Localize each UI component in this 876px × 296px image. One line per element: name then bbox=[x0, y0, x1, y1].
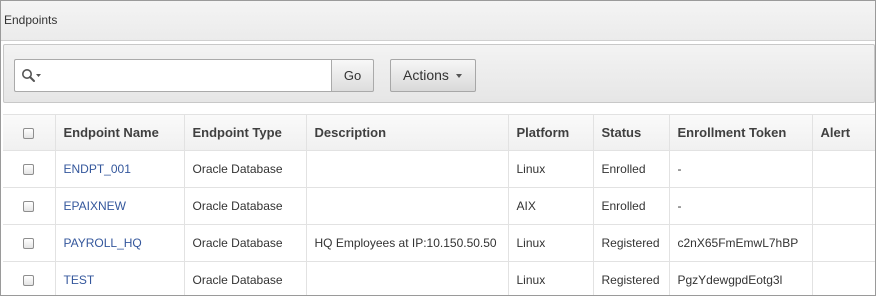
table-row: ENDPT_001 Oracle Database Linux Enrolled… bbox=[3, 150, 875, 188]
select-all-checkbox[interactable] bbox=[23, 128, 35, 140]
row-checkbox-cell[interactable] bbox=[3, 261, 56, 295]
enrollment-token-cell: - bbox=[669, 150, 813, 188]
table-row: TEST Oracle Database Linux Registered Pg… bbox=[3, 261, 875, 295]
status-cell: Enrolled bbox=[593, 150, 670, 188]
table-row: PAYROLL_HQ Oracle Database HQ Employees … bbox=[3, 224, 875, 262]
endpoint-name-link[interactable]: PAYROLL_HQ bbox=[64, 236, 142, 250]
column-header-description[interactable]: Description bbox=[306, 114, 509, 151]
enrollment-token-cell: PgzYdewgpdEotg3l bbox=[669, 261, 813, 295]
enrollment-token-cell: c2nX65FmEmwL7hBP bbox=[669, 224, 813, 262]
search-field[interactable] bbox=[14, 59, 332, 92]
alert-cell bbox=[812, 224, 875, 262]
endpoint-name-link[interactable]: ENDPT_001 bbox=[64, 162, 131, 176]
row-checkbox-cell[interactable] bbox=[3, 150, 56, 188]
description-cell bbox=[306, 150, 509, 188]
alert-cell bbox=[812, 150, 875, 188]
endpoint-name-link[interactable]: EPAIXNEW bbox=[64, 199, 126, 213]
row-checkbox[interactable] bbox=[23, 201, 35, 213]
go-button[interactable]: Go bbox=[331, 59, 374, 92]
endpoint-name-cell: EPAIXNEW bbox=[55, 187, 185, 225]
status-cell: Registered bbox=[593, 224, 670, 262]
column-header-enrollment-token[interactable]: Enrollment Token bbox=[669, 114, 813, 151]
endpoint-type-cell: Oracle Database bbox=[184, 150, 307, 188]
alert-cell bbox=[812, 261, 875, 295]
description-cell bbox=[306, 187, 509, 225]
endpoint-type-cell: Oracle Database bbox=[184, 187, 307, 225]
column-header-platform[interactable]: Platform bbox=[508, 114, 594, 151]
endpoint-name-cell: TEST bbox=[55, 261, 185, 295]
enrollment-token-cell: - bbox=[669, 187, 813, 225]
select-all-checkbox-cell[interactable] bbox=[3, 114, 56, 151]
row-checkbox-cell[interactable] bbox=[3, 187, 56, 225]
platform-cell: Linux bbox=[508, 261, 594, 295]
platform-cell: Linux bbox=[508, 224, 594, 262]
platform-cell: Linux bbox=[508, 150, 594, 188]
chevron-down-icon bbox=[456, 74, 462, 78]
row-checkbox[interactable] bbox=[23, 164, 35, 176]
endpoint-name-link[interactable]: TEST bbox=[64, 273, 95, 287]
row-checkbox-cell[interactable] bbox=[3, 224, 56, 262]
endpoint-type-cell: Oracle Database bbox=[184, 224, 307, 262]
column-header-endpoint-name[interactable]: Endpoint Name bbox=[55, 114, 185, 151]
actions-label: Actions bbox=[403, 67, 449, 83]
table-row: EPAIXNEW Oracle Database AIX Enrolled - bbox=[3, 187, 875, 225]
search-icon[interactable] bbox=[21, 68, 43, 84]
actions-menu-button[interactable]: Actions bbox=[390, 59, 476, 92]
column-header-endpoint-type[interactable]: Endpoint Type bbox=[184, 114, 307, 151]
table-header-row: Endpoint Name Endpoint Type Description … bbox=[3, 114, 875, 151]
endpoint-type-cell: Oracle Database bbox=[184, 261, 307, 295]
row-checkbox[interactable] bbox=[23, 275, 35, 287]
search-input[interactable] bbox=[47, 64, 327, 88]
region-header: Endpoints bbox=[1, 1, 875, 41]
endpoint-name-cell: PAYROLL_HQ bbox=[55, 224, 185, 262]
endpoints-region: Endpoints Go Actions Endpoint Name Endpo… bbox=[0, 0, 876, 296]
description-cell: HQ Employees at IP:10.150.50.50 bbox=[306, 224, 509, 262]
platform-cell: AIX bbox=[508, 187, 594, 225]
region-title: Endpoints bbox=[4, 13, 58, 27]
status-cell: Enrolled bbox=[593, 187, 670, 225]
column-header-alert[interactable]: Alert bbox=[812, 114, 875, 151]
endpoints-table: Endpoint Name Endpoint Type Description … bbox=[3, 114, 875, 295]
description-cell bbox=[306, 261, 509, 295]
status-cell: Registered bbox=[593, 261, 670, 295]
alert-cell bbox=[812, 187, 875, 225]
report-toolbar: Go Actions bbox=[3, 44, 875, 103]
column-header-status[interactable]: Status bbox=[593, 114, 670, 151]
endpoint-name-cell: ENDPT_001 bbox=[55, 150, 185, 188]
row-checkbox[interactable] bbox=[23, 238, 35, 250]
